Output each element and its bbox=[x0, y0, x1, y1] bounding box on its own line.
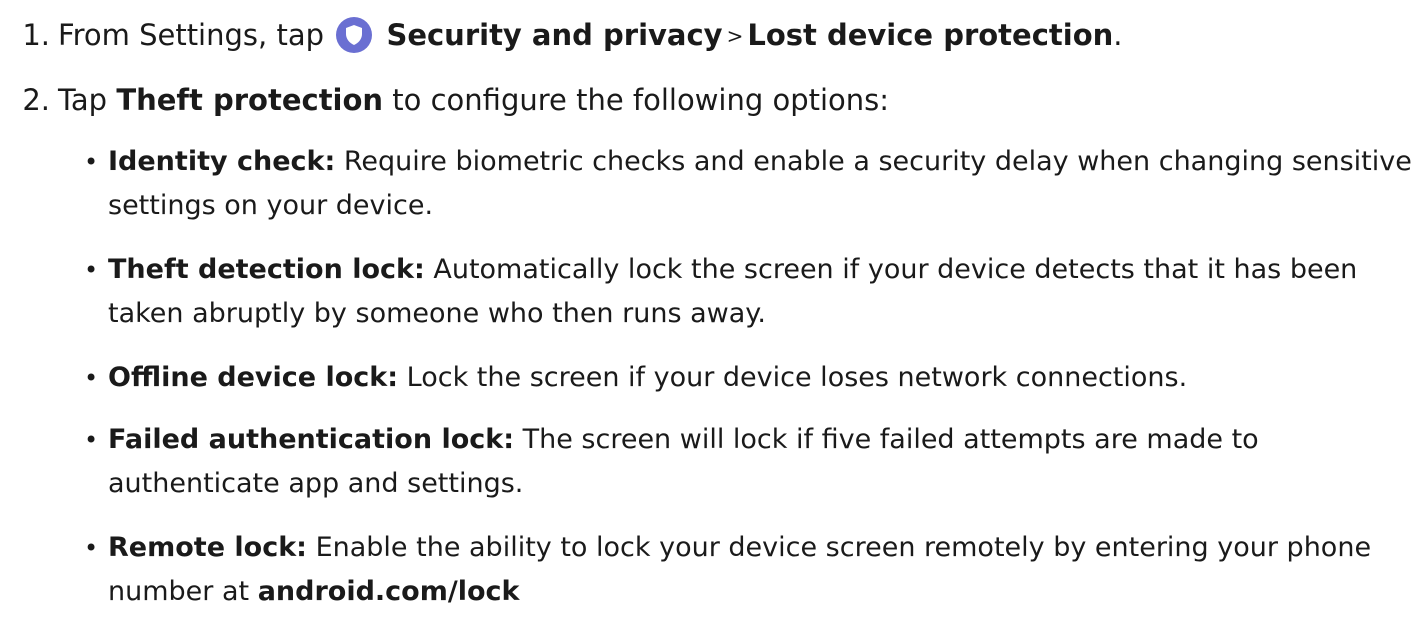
option-term: Failed authentication lock: bbox=[108, 424, 515, 455]
option-remote-lock: • Remote lock: Enable the ability to loc… bbox=[84, 526, 1418, 614]
bullet-icon: • bbox=[84, 364, 99, 392]
shield-icon bbox=[333, 15, 377, 55]
step-suffix: . bbox=[1113, 18, 1123, 52]
step-1: 1. From Settings, tap Security and privac… bbox=[0, 15, 1123, 56]
option-term: Remote lock: bbox=[108, 532, 307, 563]
option-term: Offline device lock: bbox=[108, 362, 399, 393]
bullet-icon: • bbox=[84, 534, 99, 562]
option-identity-check: • Identity check: Require biometric chec… bbox=[84, 140, 1418, 228]
theft-protection-label: Theft protection bbox=[116, 83, 384, 117]
bullet-icon: • bbox=[84, 426, 99, 454]
step-text: Tap bbox=[58, 83, 108, 117]
path-separator: > bbox=[726, 24, 744, 48]
step-number: 1. bbox=[22, 18, 50, 52]
option-theft-detection-lock: • Theft detection lock: Automatically lo… bbox=[84, 248, 1418, 336]
lost-device-protection-label: Lost device protection bbox=[747, 18, 1114, 52]
bullet-icon: • bbox=[84, 256, 99, 284]
option-offline-device-lock: • Offline device lock: Lock the screen i… bbox=[84, 356, 1418, 400]
instruction-document: 1. From Settings, tap Security and privac… bbox=[0, 0, 1428, 626]
bullet-icon: • bbox=[84, 148, 99, 176]
step-number: 2. bbox=[22, 83, 50, 117]
step-suffix: to configure the following options: bbox=[392, 83, 890, 117]
step-text: From Settings, tap bbox=[58, 18, 324, 52]
option-term: Identity check: bbox=[108, 146, 336, 177]
android-lock-link[interactable]: android.com/lock bbox=[258, 576, 520, 607]
security-and-privacy-label: Security and privacy bbox=[386, 18, 723, 52]
option-failed-authentication-lock: • Failed authentication lock: The screen… bbox=[84, 418, 1418, 506]
option-description: Lock the screen if your device loses net… bbox=[406, 362, 1188, 393]
step-2: 2. Tap Theft protection to configure the … bbox=[0, 80, 889, 120]
option-term: Theft detection lock: bbox=[108, 254, 425, 285]
